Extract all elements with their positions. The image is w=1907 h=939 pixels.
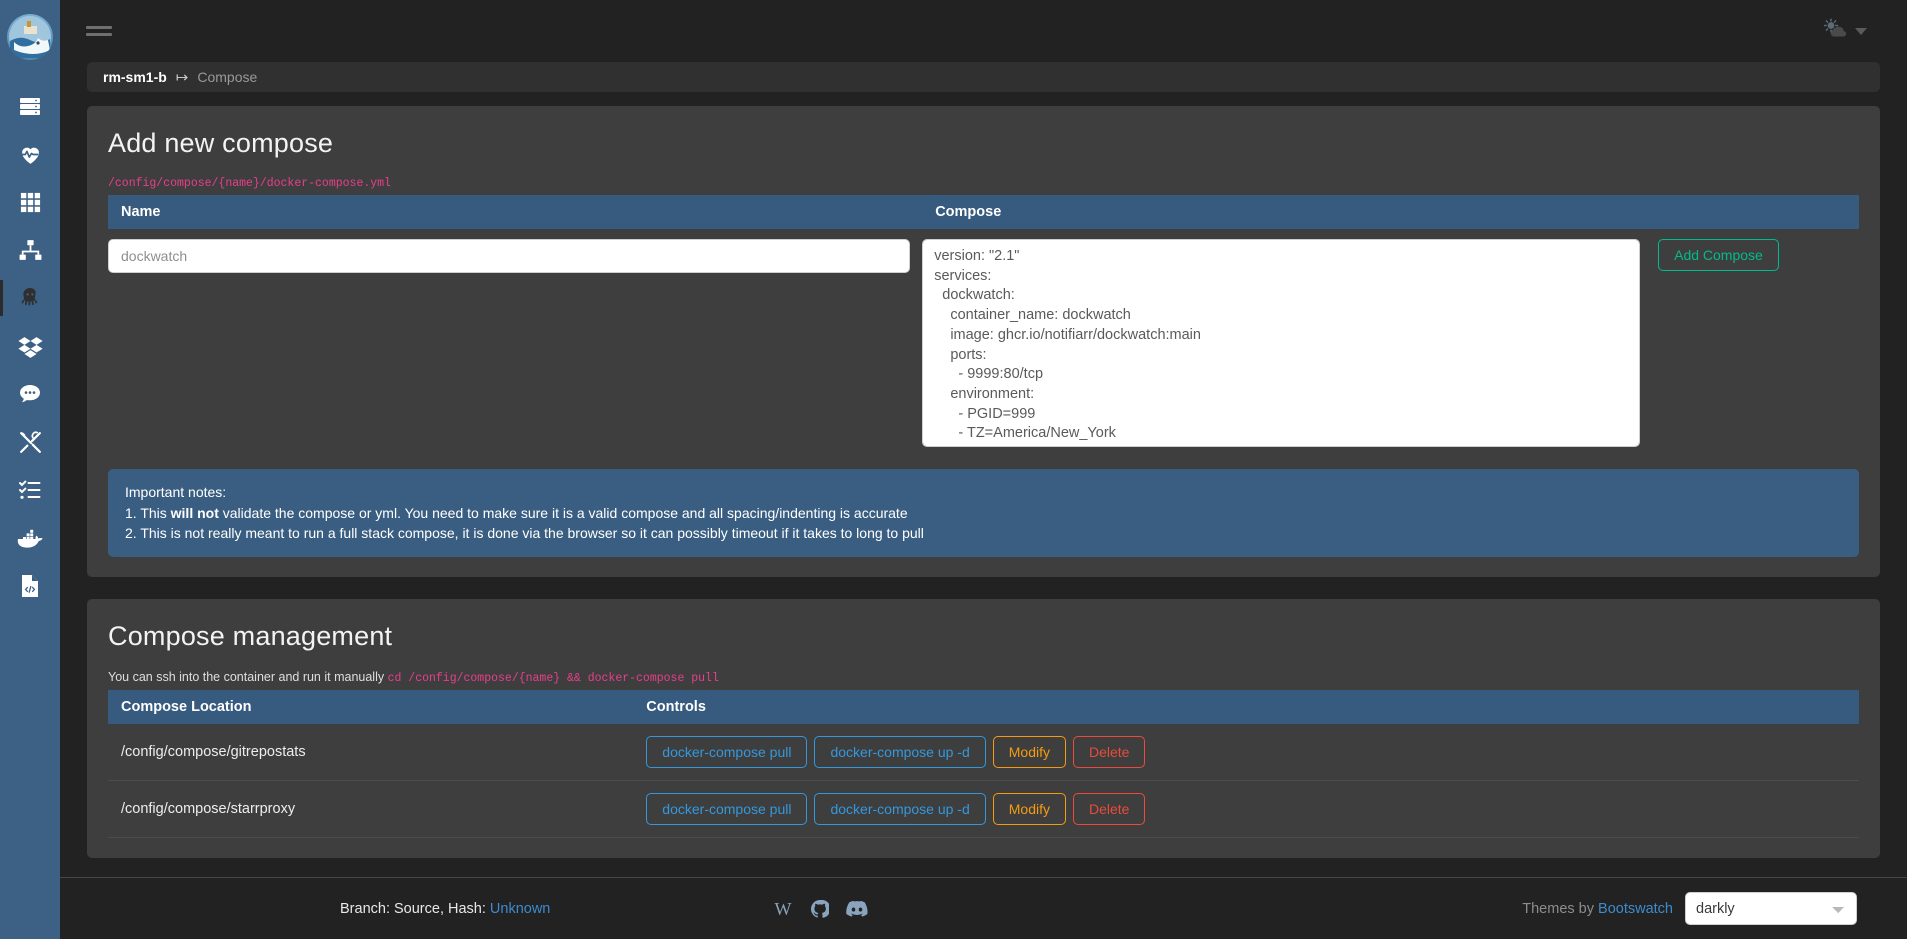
notes-heading: Important notes:: [125, 484, 227, 500]
svg-text:W: W: [775, 899, 792, 919]
chevron-down-icon: [1855, 27, 1867, 35]
management-hint: You can ssh into the container and run i…: [108, 670, 1859, 685]
whale-logo[interactable]: [7, 14, 53, 60]
sidebar-item-apps[interactable]: [0, 178, 60, 226]
management-hint-code: cd /config/compose/{name} && docker-comp…: [387, 671, 719, 685]
branch-info: Branch: Source, Hash: Unknown: [340, 901, 550, 917]
docker-compose-up-button[interactable]: docker-compose up -d: [814, 735, 986, 768]
bootswatch-link[interactable]: Bootswatch: [1598, 901, 1673, 917]
task-list-icon: [18, 478, 42, 502]
branch-label: Branch: Source, Hash:: [340, 900, 486, 917]
breadcrumb-host[interactable]: rm-sm1-b: [103, 69, 167, 85]
table-header-row: Name Compose: [108, 195, 1859, 229]
modify-button[interactable]: Modify: [992, 735, 1066, 768]
sidebar-item-tools[interactable]: [0, 418, 60, 466]
compose-management-table: Compose Location Controls /config/compos…: [108, 689, 1859, 838]
sidebar-item-tasks[interactable]: [0, 466, 60, 514]
sidebar-item-docker[interactable]: [0, 514, 60, 562]
compose-location: /config/compose/gitrepostats: [108, 723, 634, 781]
dropbox-icon: [17, 334, 43, 359]
row-controls: docker-compose pull docker-compose up -d…: [646, 735, 1846, 768]
breadcrumb-current: Compose: [197, 69, 258, 85]
compose-management-card: Compose management You can ssh into the …: [87, 598, 1880, 858]
add-compose-button[interactable]: Add Compose: [1658, 239, 1779, 271]
table-row: /config/compose/starrproxy docker-compos…: [108, 780, 1859, 838]
compose-rows: /config/compose/gitrepostats docker-comp…: [108, 723, 1859, 838]
column-header-location: Compose Location: [108, 689, 634, 724]
docker-compose-pull-button[interactable]: docker-compose pull: [646, 735, 808, 768]
column-header-compose: Compose: [922, 195, 1859, 229]
themes-label: Themes by Bootswatch: [1522, 900, 1673, 917]
docker-compose-up-button[interactable]: docker-compose up -d: [814, 792, 986, 825]
sun-cloud-icon: [1822, 17, 1848, 45]
compose-name-input[interactable]: [108, 239, 911, 273]
compose-location: /config/compose/starrproxy: [108, 780, 634, 838]
table-row: /config/compose/gitrepostats docker-comp…: [108, 723, 1859, 781]
docker-whale-icon: [16, 526, 44, 550]
footer-social-icons: W: [772, 899, 868, 919]
table-header-row: Compose Location Controls: [108, 689, 1859, 724]
sidebar-item-servers[interactable]: [0, 82, 60, 130]
management-hint-text: You can ssh into the container and run i…: [108, 669, 385, 684]
heart-pulse-icon: [18, 142, 43, 167]
page-content: rm-sm1-b ↦ Compose Add new compose /conf…: [60, 62, 1907, 880]
app-root: rm-sm1-b ↦ Compose Add new compose /conf…: [0, 0, 1907, 939]
docker-compose-pull-button[interactable]: docker-compose pull: [646, 792, 808, 825]
sidebar: [0, 0, 60, 939]
hash-link[interactable]: Unknown: [490, 901, 550, 917]
important-notes-alert: Important notes: 1. This will not valida…: [108, 469, 1859, 557]
sidebar-item-compose[interactable]: [0, 274, 60, 322]
server-stack-icon: [18, 94, 42, 118]
add-compose-form-row: Add Compose: [108, 229, 1859, 452]
tools-icon: [18, 430, 43, 455]
discord-icon[interactable]: [846, 900, 868, 918]
page-title: Add new compose: [108, 128, 334, 158]
chat-bubble-icon: [18, 382, 42, 406]
sidebar-item-sitemap[interactable]: [0, 226, 60, 274]
sidebar-item-chat[interactable]: [0, 370, 60, 418]
sidebar-item-dropbox[interactable]: [0, 322, 60, 370]
row-controls: docker-compose pull docker-compose up -d…: [646, 792, 1846, 825]
theme-picker: Themes by Bootswatch darklyceruleancosmo…: [1522, 892, 1857, 925]
main-area: rm-sm1-b ↦ Compose Add new compose /conf…: [60, 0, 1907, 939]
modify-button[interactable]: Modify: [992, 792, 1066, 825]
breadcrumb-separator-icon: ↦: [175, 69, 189, 86]
github-icon[interactable]: [811, 899, 830, 918]
compose-path-hint: /config/compose/{name}/docker-compose.ym…: [108, 177, 391, 190]
note-item-2: 2. This is not really meant to run a ful…: [125, 525, 924, 541]
add-compose-table: Name Compose dockwatch version: "2.1" se…: [108, 195, 1859, 452]
sidebar-item-logs[interactable]: [0, 562, 60, 610]
hamburger-icon[interactable]: [86, 18, 112, 44]
grid-apps-icon: [19, 191, 42, 214]
wikipedia-icon[interactable]: W: [772, 899, 794, 919]
theme-toggle[interactable]: [1822, 17, 1883, 45]
management-title: Compose management: [108, 620, 393, 651]
add-compose-card: Add new compose /config/compose/{name}/d…: [87, 106, 1880, 577]
footer: Branch: Source, Hash: Unknown W Themes b…: [60, 877, 1907, 939]
breadcrumb: rm-sm1-b ↦ Compose: [87, 62, 1880, 92]
column-header-controls: Controls: [633, 689, 1859, 724]
sitemap-icon: [18, 238, 43, 263]
topbar: [60, 0, 1907, 62]
note-item-1: 1. This will not validate the compose or…: [125, 504, 908, 521]
delete-button[interactable]: Delete: [1073, 735, 1146, 768]
compose-yaml-textarea[interactable]: [922, 239, 1641, 447]
file-code-icon: [19, 574, 41, 598]
theme-select[interactable]: darklyceruleancosmocyborgflatlyjournalli…: [1685, 892, 1857, 925]
column-header-name: Name: [108, 195, 923, 229]
octopus-icon: [18, 286, 42, 310]
sidebar-item-health[interactable]: [0, 130, 60, 178]
delete-button[interactable]: Delete: [1073, 792, 1146, 825]
